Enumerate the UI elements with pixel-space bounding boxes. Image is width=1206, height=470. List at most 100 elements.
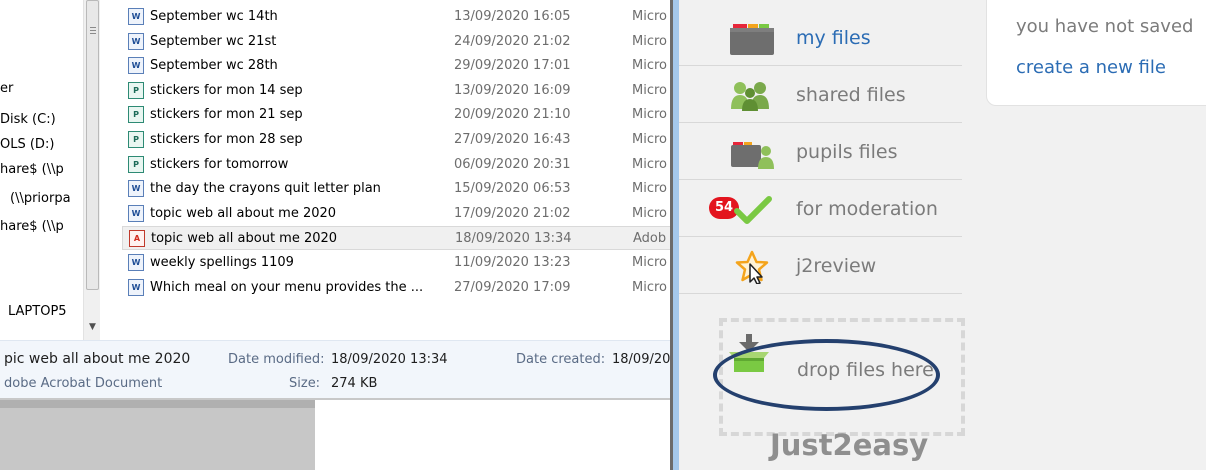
file-name: topic web all about me 2020 — [151, 231, 338, 247]
details-created-value: 18/09/20 — [612, 352, 670, 367]
file-type: Micro — [632, 82, 667, 98]
file-row[interactable]: Wtopic web all about me 2020 17/09/2020 2… — [122, 202, 670, 226]
details-file-type: dobe Acrobat Document — [4, 376, 163, 391]
details-modified-label: Date modified: — [228, 352, 325, 367]
file-row[interactable]: W September wc 28th 29/09/2020 17:01 Micro — [122, 54, 670, 78]
file-name: stickers for tomorrow — [150, 156, 289, 172]
publisher-document-icon: P — [128, 106, 144, 124]
file-type: Micro — [632, 279, 667, 295]
highlight-ellipse-annotation — [713, 339, 940, 411]
file-name: September wc 21st — [150, 33, 277, 49]
scroll-down-arrow-icon[interactable]: ▼ — [86, 320, 99, 334]
publisher-document-icon: P — [128, 81, 144, 99]
file-type: Micro — [632, 205, 667, 221]
nav-item-priorpark-share[interactable]: (\\priorpa — [10, 187, 71, 211]
file-row[interactable]: Wweekly spellings 1109 11/09/2020 13:23 Mi… — [122, 251, 670, 275]
file-row[interactable]: Pstickers for tomorrow 06/09/2020 20:31 Mi… — [122, 153, 670, 177]
menu-item-pupils-files[interactable]: pupils files — [679, 124, 962, 180]
file-name: September wc 28th — [150, 58, 278, 74]
file-row[interactable]: W Which meal on your menu provides the ..… — [122, 276, 670, 300]
details-pane: pic web all about me 2020 Date modified:… — [0, 340, 670, 400]
background-window-shadow — [0, 400, 315, 408]
just2easy-logo: Just2easy — [770, 428, 929, 462]
file-row[interactable]: W September wc 21st 24/09/2020 21:02 Micro — [122, 30, 670, 54]
people-icon — [731, 82, 769, 111]
publisher-document-icon: P — [128, 155, 144, 173]
file-date-modified: 27/09/2020 17:09 — [454, 279, 571, 295]
file-date-modified: 13/09/2020 16:05 — [454, 9, 571, 24]
word-document-icon: W — [128, 204, 144, 222]
create-new-file-link[interactable]: create a new file — [1016, 57, 1166, 78]
file-date-modified: 24/09/2020 21:02 — [454, 33, 571, 49]
file-row[interactable]: Pstickers for mon 28 sep 27/09/2020 16:43… — [122, 128, 670, 152]
file-explorer-window: er Disk (C:) OLS (D:) hare$ (\\p (\\prio… — [0, 0, 670, 470]
word-document-icon: W — [128, 278, 144, 296]
info-card: you have not saved create a new file — [986, 0, 1206, 106]
word-document-icon: W — [128, 32, 144, 50]
not-saved-message: you have not saved — [1016, 16, 1194, 37]
menu-item-shared-files[interactable]: shared files — [679, 67, 962, 123]
background-window-area — [0, 400, 315, 470]
menu-item-j2review[interactable]: j2review — [679, 238, 962, 294]
details-size-label: Size: — [289, 376, 321, 391]
navigation-pane: er Disk (C:) OLS (D:) hare$ (\\p (\\prio… — [0, 0, 88, 340]
nav-item-network-share-2[interactable]: hare$ (\\p — [0, 215, 64, 239]
file-name: topic web all about me 2020 — [150, 205, 337, 221]
menu-label-j2review: j2review — [796, 255, 877, 277]
file-type: Micro — [632, 58, 667, 74]
file-type: Micro — [632, 33, 667, 49]
file-date-modified: 20/09/2020 21:10 — [454, 107, 571, 123]
menu-item-my-files[interactable]: my files — [679, 10, 962, 66]
nav-item-local-disk-c[interactable]: Disk (C:) — [0, 108, 56, 132]
file-name: stickers for mon 14 sep — [150, 82, 303, 98]
file-date-modified: 15/09/2020 06:53 — [454, 181, 571, 197]
file-list: W September wc 14th 13/09/2020 16:05 Micro W… — [100, 0, 670, 340]
pdf-document-icon: A — [129, 230, 145, 248]
menu-label-for-moderation: for moderation — [796, 198, 938, 220]
details-file-name: pic web all about me 2020 — [4, 351, 191, 367]
file-date-modified: 18/09/2020 13:34 — [455, 231, 572, 247]
file-date-modified: 13/09/2020 16:09 — [454, 82, 571, 98]
menu-item-for-moderation[interactable]: 54 for moderation — [679, 181, 962, 237]
file-name: stickers for mon 21 sep — [150, 107, 303, 123]
word-document-icon: W — [128, 8, 144, 25]
nav-item-network-share-1[interactable]: hare$ (\\p — [0, 158, 64, 182]
file-date-modified: 29/09/2020 17:01 — [454, 58, 571, 74]
checkmark-icon — [734, 196, 772, 224]
word-document-icon: W — [128, 254, 144, 271]
file-date-modified: 27/09/2020 16:43 — [454, 132, 571, 147]
details-created-label: Date created: — [516, 352, 606, 367]
file-row[interactable]: W September wc 14th 13/09/2020 16:05 Micro — [122, 5, 670, 29]
nav-item-tools-d[interactable]: OLS (D:) — [0, 133, 54, 157]
nav-item-computer[interactable]: er — [0, 77, 13, 101]
file-date-modified: 11/09/2020 13:23 — [454, 255, 571, 270]
menu-label-shared-files: shared files — [796, 84, 906, 106]
menu-label-pupils-files: pupils files — [796, 141, 898, 163]
folder-icon — [730, 24, 774, 55]
nav-pane-scrollbar[interactable]: ▼ — [83, 0, 100, 340]
file-date-modified: 17/09/2020 21:02 — [454, 205, 571, 221]
file-name: weekly spellings 1109 — [150, 255, 294, 270]
word-document-icon: W — [128, 180, 144, 198]
file-type: Micro — [632, 9, 667, 24]
file-name: the day the crayons quit letter plan — [150, 181, 381, 197]
file-row[interactable]: Wthe day the crayons quit letter plan 15/… — [122, 177, 670, 201]
file-type: Micro — [632, 156, 667, 172]
file-row[interactable]: Atopic web all about me 2020 18/09/2020 1… — [122, 226, 670, 251]
file-row[interactable]: Pstickers for mon 14 sep 13/09/2020 16:09… — [122, 79, 670, 103]
file-row[interactable]: Pstickers for mon 21 sep 20/09/2020 21:10… — [122, 103, 670, 127]
file-type: Micro — [632, 132, 667, 147]
menu-label-my-files: my files — [796, 27, 871, 49]
folder-person-icon — [731, 142, 774, 169]
word-document-icon: W — [128, 57, 144, 75]
details-size-value: 274 KB — [331, 376, 378, 391]
scroll-grip-icon — [90, 27, 96, 34]
file-type: Adob — [633, 231, 667, 247]
file-type: Micro — [632, 181, 667, 197]
publisher-document-icon: P — [128, 131, 144, 148]
file-name: September wc 14th — [150, 9, 278, 24]
nav-item-laptop[interactable]: LAPTOP5 — [8, 300, 67, 324]
nav-pane-scroll-thumb[interactable] — [86, 0, 99, 290]
just2easy-panel: my files shared files pupils files 54 fo — [670, 0, 1206, 470]
details-modified-value: 18/09/2020 13:34 — [331, 352, 448, 367]
